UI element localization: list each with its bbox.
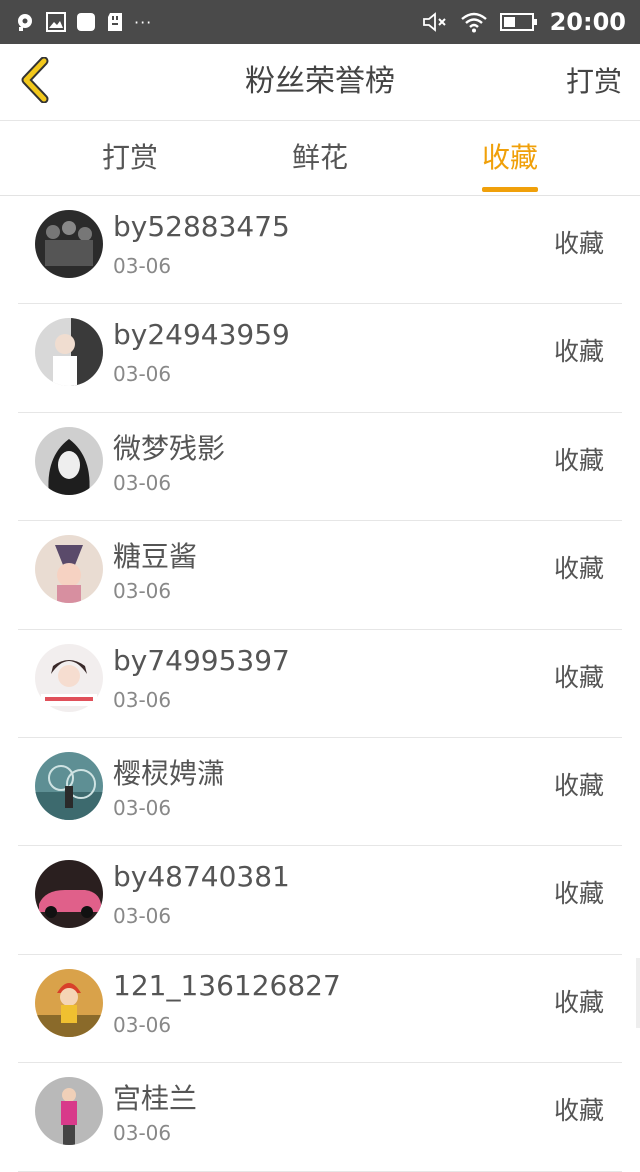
user-date: 03-06 bbox=[113, 795, 172, 820]
sdcard-icon bbox=[106, 12, 124, 32]
user-name: by48740381 bbox=[113, 860, 290, 894]
header: 粉丝荣誉榜 打赏 bbox=[0, 44, 640, 121]
user-name: by74995397 bbox=[113, 643, 290, 677]
favorite-label: 收藏 bbox=[553, 229, 604, 258]
tab-favorites-label: 收藏 bbox=[481, 141, 538, 174]
clock: 20:00 bbox=[549, 8, 626, 36]
tab-reward[interactable]: 打赏 bbox=[50, 121, 210, 195]
back-button[interactable] bbox=[14, 56, 54, 108]
favorite-label: 收藏 bbox=[553, 987, 604, 1017]
user-name: 宫桂兰 bbox=[113, 1082, 198, 1116]
tab-flowers[interactable]: 鲜花 bbox=[240, 121, 400, 195]
status-bar-left: ··· bbox=[16, 11, 162, 33]
tab-favorites[interactable]: 收藏 bbox=[430, 121, 590, 195]
avatar bbox=[35, 535, 103, 604]
favorite-label: 收藏 bbox=[553, 662, 604, 692]
list-item[interactable]: by48740381 03-06 收藏 bbox=[18, 846, 622, 955]
favorite-label: 收藏 bbox=[553, 554, 604, 584]
user-date: 03-06 bbox=[113, 579, 172, 604]
user-name: by52883475 bbox=[113, 210, 290, 243]
avatar bbox=[35, 860, 103, 929]
user-date: 03-06 bbox=[113, 687, 172, 712]
status-bar-right: 20:00 bbox=[410, 0, 626, 44]
favorite-label: 收藏 bbox=[553, 337, 604, 367]
mute-icon bbox=[422, 11, 448, 33]
user-date: 03-06 bbox=[113, 254, 172, 278]
active-tab-indicator bbox=[482, 187, 538, 192]
list-item[interactable]: 微梦残影 03-06 收藏 bbox=[18, 413, 622, 522]
user-date: 03-06 bbox=[113, 362, 172, 387]
notification-icon bbox=[16, 12, 36, 32]
status-overflow: ··· bbox=[134, 12, 153, 32]
favorite-label: 收藏 bbox=[553, 879, 604, 909]
user-date: 03-06 bbox=[113, 904, 172, 929]
list-item[interactable]: 樱棂娉潇 03-06 收藏 bbox=[18, 738, 622, 847]
user-name: 糖豆酱 bbox=[113, 540, 198, 574]
status-bar: ··· 20:00 bbox=[0, 0, 640, 44]
list-item[interactable]: 121_136126827 03-06 收藏 bbox=[18, 955, 622, 1064]
reward-button[interactable]: 打赏 bbox=[566, 44, 622, 120]
user-date: 03-06 bbox=[113, 1121, 172, 1146]
list-item[interactable]: 糖豆酱 03-06 收藏 bbox=[18, 521, 622, 630]
avatar bbox=[35, 751, 103, 820]
avatar bbox=[35, 643, 103, 712]
favorite-label: 收藏 bbox=[553, 445, 604, 475]
avatar bbox=[35, 318, 103, 387]
avatar bbox=[35, 426, 103, 495]
favorite-label: 收藏 bbox=[553, 770, 604, 800]
user-name: 微梦残影 bbox=[113, 431, 226, 465]
fan-list: by52883475 03-06 收藏 by24943959 03-06 收藏 … bbox=[0, 196, 640, 1172]
scrollbar[interactable] bbox=[636, 958, 640, 1028]
list-item[interactable]: by52883475 03-06 收藏 bbox=[18, 196, 622, 305]
list-item[interactable]: by24943959 03-06 收藏 bbox=[18, 304, 622, 413]
battery-icon bbox=[499, 12, 538, 32]
chevron-left-icon bbox=[18, 56, 50, 107]
user-name: 121_136126827 bbox=[113, 968, 341, 1002]
user-name: by24943959 bbox=[113, 318, 290, 352]
app-icon bbox=[76, 12, 96, 32]
image-icon bbox=[46, 12, 66, 32]
avatar bbox=[35, 210, 103, 278]
favorite-label: 收藏 bbox=[553, 1096, 604, 1126]
avatar bbox=[35, 1077, 103, 1146]
page-title: 粉丝荣誉榜 bbox=[245, 64, 395, 99]
list-item[interactable]: 宫桂兰 03-06 收藏 bbox=[18, 1063, 622, 1172]
wifi-icon bbox=[460, 11, 488, 33]
list-item[interactable]: by74995397 03-06 收藏 bbox=[18, 630, 622, 738]
user-date: 03-06 bbox=[113, 470, 172, 495]
user-name: 樱棂娉潇 bbox=[113, 756, 226, 790]
avatar bbox=[35, 968, 103, 1037]
user-date: 03-06 bbox=[113, 1012, 172, 1037]
tab-bar: 打赏 鲜花 收藏 bbox=[0, 121, 640, 196]
